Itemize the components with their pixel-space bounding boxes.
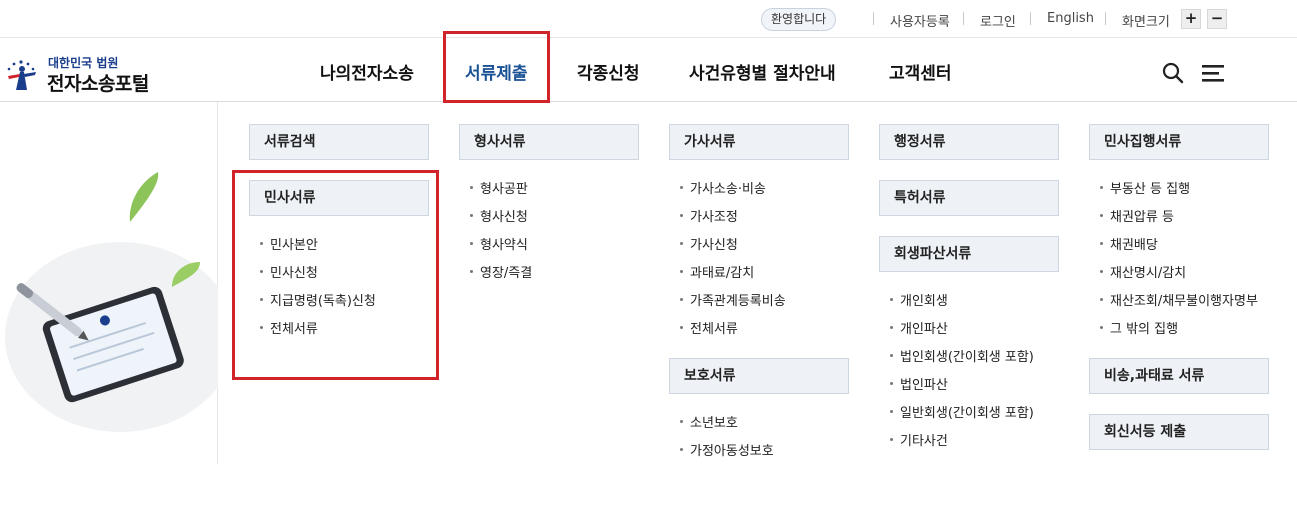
menu-item-other-cases[interactable]: 기타사건 [890, 430, 948, 449]
side-illustration [0, 102, 235, 464]
menu-item-individual-bankruptcy[interactable]: 개인파산 [890, 318, 948, 337]
menu-item-criminal-application[interactable]: 형사신청 [470, 206, 528, 225]
top-utility-bar: 환영합니다 사용자등록 로그인 English 화면크기 + − [0, 0, 1297, 38]
menu-item-corporate-rehabilitation[interactable]: 법인회생(간이회생 포함) [890, 346, 1034, 365]
hamburger-menu-icon[interactable] [1201, 61, 1225, 85]
category-family-documents[interactable]: 가사서류 [669, 124, 849, 160]
menu-item-individual-rehabilitation[interactable]: 개인회생 [890, 290, 948, 309]
menu-item-family-registration[interactable]: 가족관계등록비송 [680, 290, 786, 309]
nav-procedure-guide[interactable]: 사건유형별 절차안내 [689, 59, 836, 84]
logo-title: 전자소송포털 [47, 73, 149, 95]
menu-item-family-application[interactable]: 가사신청 [680, 234, 738, 253]
menu-item-criminal-trial[interactable]: 형사공판 [470, 178, 528, 197]
category-criminal-documents[interactable]: 형사서류 [459, 124, 639, 160]
welcome-badge: 환영합니다 [761, 8, 837, 31]
category-reply-submission[interactable]: 회신서등 제출 [1089, 414, 1269, 450]
search-icon[interactable] [1161, 61, 1185, 85]
menu-item-claim-seizure[interactable]: 채권압류 등 [1100, 206, 1174, 225]
category-civil-execution[interactable]: 민사집행서류 [1089, 124, 1269, 160]
tablet-illustration [5, 172, 235, 432]
zoom-label: 화면크기 [1122, 15, 1170, 30]
category-noncontentious-fine[interactable]: 비송,과태료 서류 [1089, 358, 1269, 394]
nav-my-e-litigation[interactable]: 나의전자소송 [320, 59, 414, 84]
nav-customer-center[interactable]: 고객센터 [889, 59, 952, 84]
divider [963, 12, 964, 25]
menu-item-claim-distribution[interactable]: 채권배당 [1100, 234, 1158, 253]
menu-item-juvenile-protection[interactable]: 소년보호 [680, 412, 738, 431]
category-patent-documents[interactable]: 특허서류 [879, 180, 1059, 216]
zoom-out-button[interactable]: − [1207, 9, 1227, 29]
highlight-box-nav [443, 31, 550, 103]
main-header: 대한민국 법원 전자소송포털 나의전자소송 서류제출 각종신청 사건유형별 절차… [0, 38, 1297, 102]
category-protection-documents[interactable]: 보호서류 [669, 358, 849, 394]
menu-item-property-disclosure[interactable]: 재산명시/감치 [1099, 262, 1186, 281]
category-administrative-documents[interactable]: 행정서류 [879, 124, 1059, 160]
highlight-box-civil [232, 170, 439, 380]
english-link[interactable]: English [1047, 11, 1094, 26]
category-rehabilitation-bankruptcy[interactable]: 회생파산서류 [879, 236, 1059, 272]
menu-item-family-litigation[interactable]: 가사소송·비송 [680, 178, 766, 197]
site-logo[interactable]: 대한민국 법원 전자소송포털 [0, 46, 170, 95]
menu-item-family-all-documents[interactable]: 전체서류 [680, 318, 738, 337]
nav-applications[interactable]: 각종신청 [577, 59, 640, 84]
divider [873, 12, 874, 25]
court-emblem-icon [7, 60, 36, 90]
menu-item-general-rehabilitation[interactable]: 일반회생(간이회생 포함) [890, 402, 1034, 421]
menu-item-property-inquiry[interactable]: 재산조회/채무불이행자명부 [1100, 290, 1258, 309]
menu-item-warrant[interactable]: 영장/즉결 [469, 262, 532, 281]
menu-item-summary-order[interactable]: 형사약식 [470, 234, 528, 253]
menu-item-fine-detention[interactable]: 과태료/감치 [679, 262, 754, 281]
menu-item-family-mediation[interactable]: 가사조정 [680, 206, 738, 225]
zoom-in-button[interactable]: + [1181, 9, 1201, 29]
login-link[interactable]: 로그인 [980, 11, 1016, 30]
menu-item-domestic-child-protection[interactable]: 가정아동성보호 [680, 440, 774, 459]
divider [1105, 12, 1106, 25]
menu-item-real-estate-execution[interactable]: 부동산 등 집행 [1099, 178, 1190, 197]
register-link[interactable]: 사용자등록 [890, 11, 950, 30]
category-document-search[interactable]: 서류검색 [249, 124, 429, 160]
divider [1030, 12, 1031, 25]
menu-item-other-execution[interactable]: 그 밖의 집행 [1099, 318, 1178, 337]
menu-item-corporate-bankruptcy[interactable]: 법인파산 [890, 374, 948, 393]
